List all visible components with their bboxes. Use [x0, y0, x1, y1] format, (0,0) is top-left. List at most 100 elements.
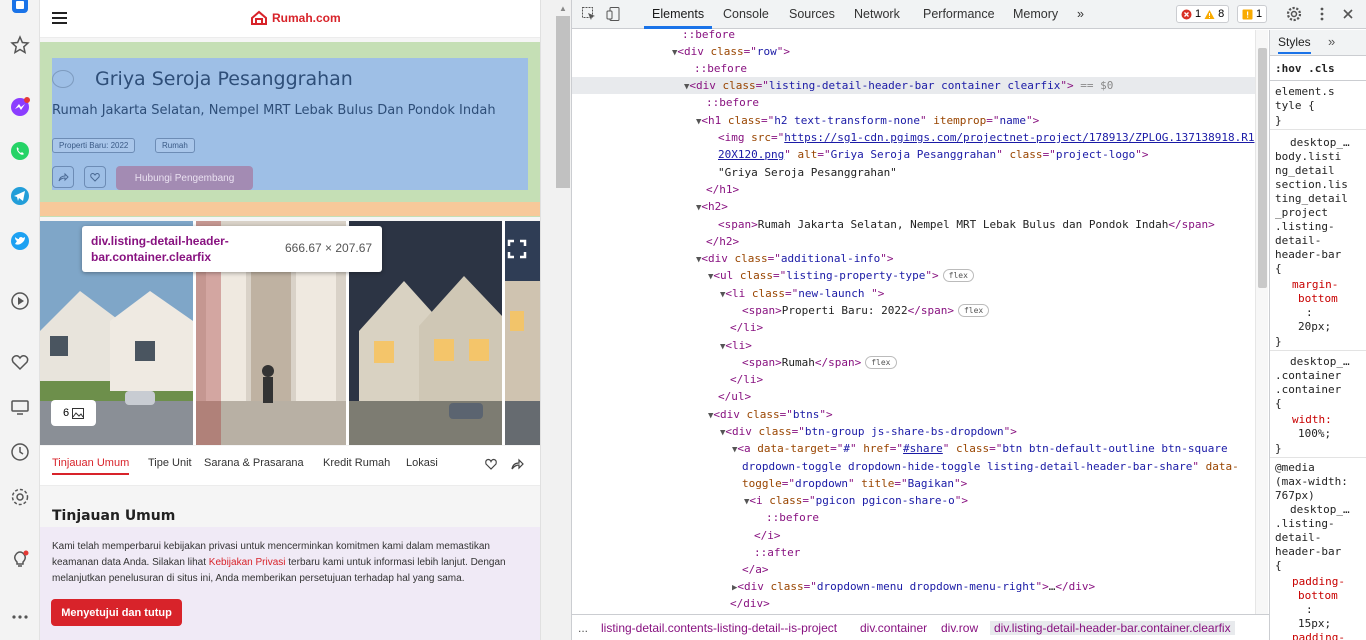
devtools-tab-network[interactable]: Network	[854, 7, 900, 21]
device-toolbar-icon[interactable]	[606, 6, 622, 22]
heart-outline-icon[interactable]	[484, 457, 498, 471]
inspect-element-icon[interactable]	[581, 6, 597, 22]
dom-line[interactable]: </li>	[572, 371, 1255, 388]
dom-line[interactable]: dropdown-toggle dropdown-hide-toggle lis…	[572, 458, 1255, 475]
brand-logo[interactable]: Rumah.com	[250, 10, 341, 26]
play-icon[interactable]	[9, 290, 31, 312]
contact-developer-button[interactable]: Hubungi Pengembang	[116, 166, 253, 190]
styles-more-chevron-icon[interactable]: »	[1328, 34, 1335, 49]
style-property[interactable]: margin-	[1292, 278, 1338, 292]
twitter-icon[interactable]	[9, 230, 31, 252]
tab-mortgage[interactable]: Kredit Rumah	[323, 457, 390, 469]
dom-line[interactable]: ::before	[572, 94, 1255, 111]
whatsapp-icon[interactable]	[9, 140, 31, 162]
breadcrumb-listing-detail[interactable]: listing-detail.contents-listing-detail--…	[601, 621, 837, 635]
photo-count-button[interactable]: 6	[51, 400, 96, 426]
styles-tab[interactable]: Styles	[1278, 35, 1311, 54]
breadcrumb-header-bar[interactable]: div.listing-detail-header-bar.container.…	[990, 621, 1235, 635]
elements-tree[interactable]: ••• ::before ▼<div class="row"> ::before…	[572, 30, 1255, 614]
tab-location[interactable]: Lokasi	[406, 457, 438, 469]
settings-icon[interactable]	[9, 486, 31, 508]
devtools-tab-performance[interactable]: Performance	[923, 7, 995, 21]
errors-warnings-badge[interactable]: 1 8	[1176, 5, 1230, 23]
dom-line[interactable]: ::after	[572, 544, 1255, 561]
breadcrumb-row[interactable]: div.row	[941, 621, 978, 635]
style-property[interactable]: padding-	[1292, 575, 1345, 589]
issues-badge[interactable]: 1	[1237, 5, 1268, 23]
dom-line[interactable]: </ul>	[572, 388, 1255, 405]
telegram-icon[interactable]	[9, 185, 31, 207]
favorite-button[interactable]	[84, 166, 106, 188]
privacy-policy-link[interactable]: Kebijakan Privasi	[209, 557, 286, 568]
devtools-tab-console[interactable]: Console	[723, 7, 769, 21]
style-property[interactable]: bottom	[1298, 292, 1338, 306]
dom-line[interactable]: ::before	[572, 60, 1255, 77]
fullscreen-button[interactable]	[506, 238, 528, 260]
scroll-up-arrow-icon[interactable]: ▲	[556, 4, 570, 14]
heart-icon[interactable]	[9, 351, 31, 373]
dom-line[interactable]: ▼<a data-target="#" href="#share" class=…	[572, 440, 1255, 457]
page-scrollbar-thumb[interactable]	[556, 16, 570, 188]
dom-line[interactable]: </h2>	[572, 233, 1255, 250]
dom-line[interactable]: "Griya Seroja Pesanggrahan"	[572, 164, 1255, 181]
more-icon[interactable]	[9, 606, 31, 628]
devtools-tab-sources[interactable]: Sources	[789, 7, 835, 21]
devtools-tab-memory[interactable]: Memory	[1013, 7, 1058, 21]
star-icon[interactable]	[9, 34, 31, 56]
dom-line[interactable]: ▼<h1 class="h2 text-transform-none" item…	[572, 112, 1255, 129]
style-property[interactable]: padding-	[1292, 631, 1345, 640]
dom-line[interactable]: </li>	[572, 319, 1255, 336]
tab-overview[interactable]: Tinjauan Umum	[52, 457, 130, 475]
style-value[interactable]: 15px;	[1298, 617, 1331, 631]
app-icon[interactable]	[9, 0, 31, 16]
close-icon[interactable]	[1340, 6, 1356, 22]
dom-line[interactable]: </div>	[572, 595, 1255, 612]
menu-icon[interactable]	[52, 12, 67, 25]
dom-line[interactable]: </a>	[572, 561, 1255, 578]
breadcrumb-container[interactable]: div.container	[860, 621, 927, 635]
dom-line[interactable]: ▼<i class="pgicon pgicon-share-o">	[572, 492, 1255, 509]
screen-icon[interactable]	[9, 396, 31, 418]
style-source-link[interactable]: desktop_…	[1290, 136, 1350, 150]
dom-line[interactable]: toggle="dropdown" title="Bagikan">	[572, 475, 1255, 492]
dom-line[interactable]: ▼<li class="new-launch ">	[572, 285, 1255, 302]
dom-line[interactable]: ::before	[572, 30, 1255, 43]
share-icon[interactable]	[510, 457, 524, 471]
share-button[interactable]	[52, 166, 74, 188]
dom-line[interactable]: ▼<h2>	[572, 198, 1255, 215]
devtools-tab-elements[interactable]: Elements	[652, 7, 704, 21]
dom-line-selected[interactable]: ▼<div class="listing-detail-header-bar c…	[572, 77, 1255, 95]
style-source-link[interactable]: desktop_…	[1290, 503, 1350, 517]
dom-line[interactable]: </h1>	[572, 181, 1255, 198]
hov-toggle[interactable]: :hov .cls	[1275, 62, 1335, 76]
elements-scrollbar-thumb[interactable]	[1258, 48, 1267, 288]
agree-and-close-button[interactable]: Menyetujui dan tutup	[51, 599, 182, 626]
messenger-icon[interactable]	[9, 96, 31, 118]
style-property[interactable]: bottom	[1298, 589, 1338, 603]
tab-unit-type[interactable]: Tipe Unit	[148, 457, 192, 469]
dom-line[interactable]: ▼<li>	[572, 337, 1255, 354]
dom-line[interactable]: ▼<div class="btns">	[572, 406, 1255, 423]
style-source-link[interactable]: desktop_…	[1290, 355, 1350, 369]
dom-line[interactable]: ▼<div class="btn-group js-share-bs-dropd…	[572, 423, 1255, 440]
style-value[interactable]: 100%;	[1298, 427, 1331, 441]
tab-facilities[interactable]: Sarana & Prasarana	[204, 457, 304, 469]
style-property[interactable]: width:	[1292, 413, 1332, 427]
dom-line[interactable]: ::before	[572, 509, 1255, 526]
dom-line[interactable]: 20X120.png" alt="Griya Seroja Pesanggrah…	[572, 146, 1255, 163]
dom-line[interactable]: ▼<div class="row">	[572, 43, 1255, 60]
bulb-icon[interactable]	[9, 548, 31, 570]
dom-line[interactable]: </i>	[572, 527, 1255, 544]
dom-line[interactable]: <span>Rumah</span> flex	[572, 354, 1255, 371]
breadcrumb-ellipsis[interactable]: ...	[578, 621, 588, 635]
dom-line[interactable]: ▶<div class="dropdown-menu dropdown-menu…	[572, 578, 1255, 595]
dom-line[interactable]: ▼<div class="additional-info">	[572, 250, 1255, 267]
dom-line[interactable]: <img src="https://sg1-cdn.pgimgs.com/pro…	[572, 129, 1255, 146]
kebab-menu-icon[interactable]	[1314, 6, 1330, 22]
style-value[interactable]: 20px;	[1298, 320, 1331, 334]
dom-line[interactable]: <span>Properti Baru: 2022</span> flex	[572, 302, 1255, 319]
clock-icon[interactable]	[9, 441, 31, 463]
dom-line[interactable]: ▼<ul class="listing-property-type"> flex	[572, 267, 1255, 284]
more-tabs-chevron-icon[interactable]: »	[1077, 7, 1084, 21]
dom-line[interactable]: <span>Rumah Jakarta Selatan, Nempel MRT …	[572, 216, 1255, 233]
